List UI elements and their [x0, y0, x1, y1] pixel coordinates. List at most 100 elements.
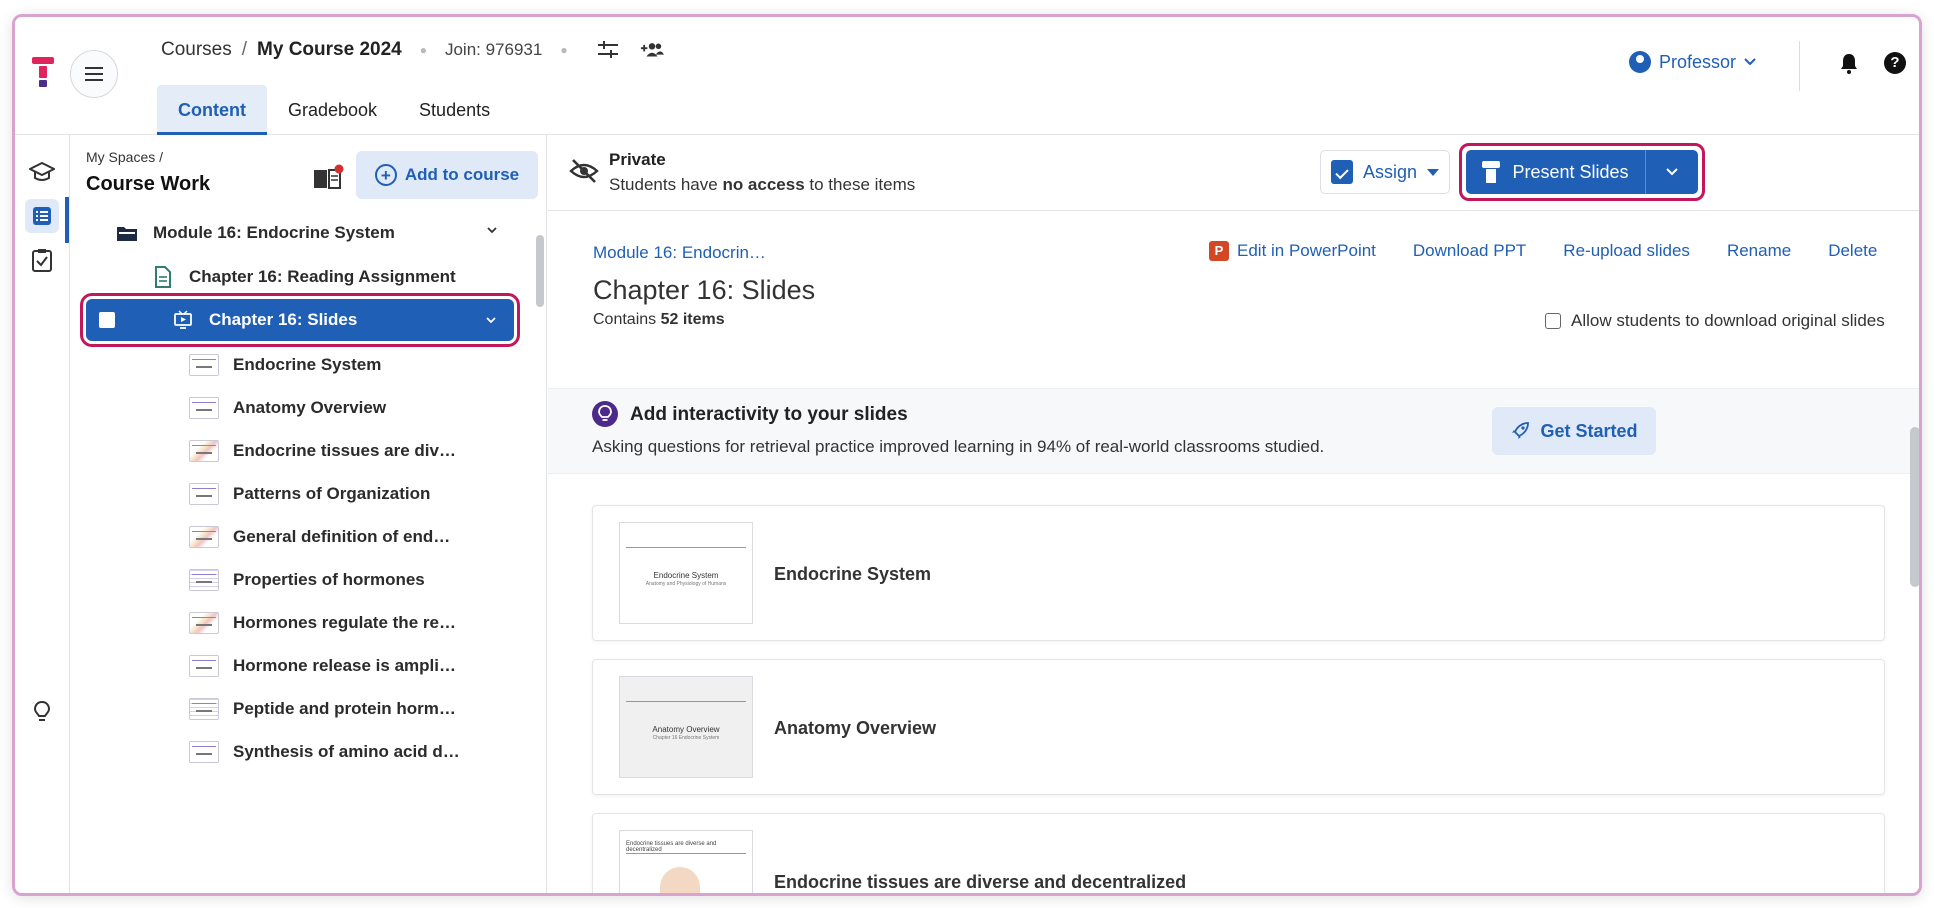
main-scrollbar[interactable]	[1910, 427, 1919, 587]
tree-slide-item[interactable]: Hormone release is ampli…	[189, 646, 456, 686]
tree-slide-item[interactable]: Properties of hormones	[189, 560, 425, 600]
tab-content[interactable]: Content	[157, 85, 267, 135]
add-to-course-label: Add to course	[404, 165, 520, 184]
slide-card[interactable]: Endocrine System Anatomy and Physiology …	[592, 505, 1885, 641]
page-title: Chapter 16: Slides	[593, 275, 816, 305]
tree-slide-item[interactable]: Hormones regulate the re…	[189, 603, 456, 643]
content-header: Module 16: Endocrin… P Edit in PowerPoin…	[548, 211, 1919, 339]
tree-item-reading-assignment[interactable]: Chapter 16: Reading Assignment	[151, 257, 531, 297]
tree-slide-item[interactable]: Peptide and protein horm…	[189, 689, 456, 729]
add-people-icon[interactable]	[640, 40, 664, 60]
present-options-dropdown[interactable]	[1646, 150, 1698, 194]
my-spaces-link[interactable]: My Spaces /	[86, 149, 163, 165]
powerpoint-icon: P	[1209, 241, 1229, 261]
content-list-icon[interactable]	[25, 199, 59, 233]
slide-thumbnail: Endocrine tissues are diverse and decent…	[619, 830, 753, 893]
allow-download-checkbox[interactable]	[1545, 313, 1561, 329]
settings-sliders-icon[interactable]	[596, 40, 620, 60]
privacy-desc-prefix: Students have	[609, 175, 718, 194]
delete-link[interactable]: Delete	[1828, 241, 1877, 261]
tree-item-label: Module 16: Endocrine System	[153, 223, 395, 242]
main-panel: Private Students have no access to these…	[548, 135, 1919, 893]
chevron-down-icon	[1666, 168, 1678, 176]
tree-item-label: Chapter 16: Slides	[209, 310, 358, 329]
course-breadcrumb: Courses / My Course 2024 ● Join: 976931 …	[161, 39, 664, 61]
join-code: Join: 976931	[444, 40, 543, 59]
lightbulb-icon[interactable]	[25, 695, 59, 729]
slide-thumbnail: Anatomy Overview Chapter 16 Endocrine Sy…	[619, 676, 753, 778]
allow-download-option: Allow students to download original slid…	[1545, 311, 1885, 331]
dot-separator: ●	[560, 43, 568, 57]
slide-title: Endocrine System	[774, 564, 932, 584]
divider	[1799, 41, 1800, 91]
clipboard-check-icon[interactable]	[25, 243, 59, 277]
tree-slide-item[interactable]: Endocrine tissues are div…	[189, 431, 456, 471]
slide-list: Endocrine System Anatomy and Physiology …	[548, 474, 1919, 893]
course-sidebar: My Spaces / Course Work + Add to course …	[71, 135, 547, 893]
tree-slide-item[interactable]: Anatomy Overview	[189, 388, 386, 428]
get-started-button[interactable]: Get Started	[1492, 407, 1656, 455]
course-name: My Course 2024	[257, 39, 402, 60]
help-icon[interactable]: ?	[1884, 52, 1906, 74]
slide-thumbnail	[189, 612, 219, 634]
assign-label: Assign	[1362, 161, 1418, 182]
graduation-cap-icon[interactable]	[25, 155, 59, 189]
folder-icon	[115, 222, 139, 244]
tree-slide-item[interactable]: Patterns of Organization	[189, 474, 430, 514]
slide-thumbnail	[189, 397, 219, 419]
allow-download-label: Allow students to download original slid…	[1571, 311, 1885, 330]
thumbnail-subtitle: Chapter 16 Endocrine System	[652, 735, 720, 741]
tree-item-label: General definition of end…	[233, 527, 451, 546]
present-slides-highlight: Present Slides	[1459, 143, 1705, 201]
module-breadcrumb-link[interactable]: Module 16: Endocrin…	[593, 243, 766, 263]
assign-button[interactable]: Assign	[1320, 150, 1450, 194]
tab-gradebook[interactable]: Gradebook	[267, 85, 398, 135]
banner-description: Asking questions for retrieval practice …	[592, 437, 1325, 456]
podium-icon	[1482, 161, 1501, 183]
breadcrumb-courses[interactable]: Courses	[161, 39, 232, 61]
bell-icon[interactable]	[1837, 51, 1861, 75]
slide-thumbnail	[189, 440, 219, 462]
edit-in-powerpoint-link[interactable]: P Edit in PowerPoint	[1209, 241, 1376, 261]
item-count-prefix: Contains	[593, 311, 657, 328]
add-to-course-button[interactable]: + Add to course	[356, 151, 538, 199]
slide-thumbnail	[189, 483, 219, 505]
privacy-description: Students have no access to these items	[609, 175, 915, 195]
rename-link[interactable]: Rename	[1727, 241, 1791, 261]
tree-slide-item[interactable]: Synthesis of amino acid d…	[189, 732, 460, 772]
slide-card[interactable]: Endocrine tissues are diverse and decent…	[592, 813, 1885, 893]
tree-item-label: Endocrine System	[233, 355, 382, 374]
tree-item-label: Hormones regulate the re…	[233, 613, 456, 632]
tree-item-label: Endocrine tissues are div…	[233, 441, 456, 460]
tree-slide-item[interactable]: Endocrine System	[189, 345, 381, 385]
course-tabs: Content Gradebook Students	[157, 85, 511, 135]
tree-item-slides-selected[interactable]: Chapter 16: Slides	[86, 299, 514, 341]
thumbnail-subtitle: Anatomy and Physiology of Humans	[645, 581, 727, 587]
user-avatar-icon	[1629, 51, 1651, 73]
tree-item-label: Peptide and protein horm…	[233, 699, 456, 718]
slide-card[interactable]: Anatomy Overview Chapter 16 Endocrine Sy…	[592, 659, 1885, 795]
reupload-slides-link[interactable]: Re-upload slides	[1563, 241, 1690, 261]
present-slides-button[interactable]: Present Slides	[1466, 150, 1646, 194]
select-checkbox[interactable]	[99, 312, 115, 328]
tree-item-label: Anatomy Overview	[233, 398, 387, 417]
professor-menu[interactable]: Professor	[1629, 51, 1756, 73]
book-notification-icon[interactable]	[312, 164, 344, 190]
tree-item-label: Patterns of Organization	[233, 484, 431, 503]
space-title: Course Work	[86, 173, 211, 195]
dot-separator: ●	[419, 43, 427, 57]
sidebar-scrollbar[interactable]	[536, 235, 544, 307]
plus-circle-icon: +	[374, 164, 397, 186]
tree-item-label: Hormone release is ampli…	[233, 656, 456, 675]
privacy-title: Private	[609, 150, 666, 169]
chevron-down-icon[interactable]	[487, 225, 497, 235]
tree-item-module[interactable]: Module 16: Endocrine System	[115, 213, 515, 253]
chevron-down-icon[interactable]	[486, 315, 496, 325]
tab-students[interactable]: Students	[398, 85, 511, 135]
content-actions: P Edit in PowerPoint Download PPT Re-upl…	[1209, 241, 1877, 261]
item-count-value: 52 items	[660, 311, 725, 328]
hamburger-menu-button[interactable]	[70, 50, 118, 98]
tree-slide-item[interactable]: General definition of end…	[189, 517, 450, 557]
privacy-desc-bold: no access	[722, 175, 805, 194]
download-ppt-link[interactable]: Download PPT	[1413, 241, 1526, 261]
